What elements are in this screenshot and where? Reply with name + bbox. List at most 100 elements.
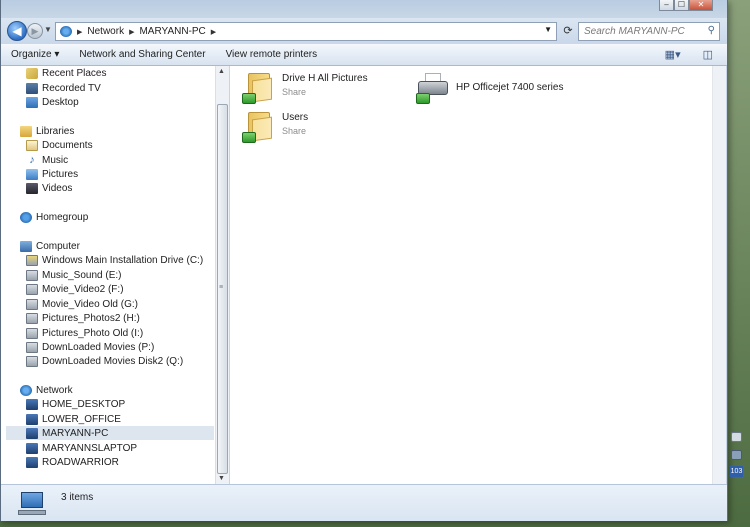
nav-item-homegroup[interactable]: Homegroup bbox=[20, 210, 88, 224]
network-computer-icon bbox=[26, 427, 38, 439]
breadcrumb-separator[interactable]: ▶ bbox=[77, 28, 82, 36]
shared-folder-icon bbox=[242, 110, 276, 144]
breadcrumb-maryann-pc[interactable]: MARYANN-PC bbox=[139, 26, 205, 37]
nav-item-network-pc[interactable]: HOME_DESKTOP bbox=[26, 397, 125, 411]
maximize-button[interactable]: ☐ bbox=[674, 0, 689, 11]
item-type: Share bbox=[282, 87, 307, 97]
content-item[interactable]: Users Share bbox=[242, 110, 308, 144]
content-scrollbar[interactable] bbox=[712, 66, 726, 484]
forward-button[interactable]: ▶ bbox=[27, 23, 43, 39]
recent-pages-dropdown[interactable]: ▼ bbox=[44, 25, 52, 34]
close-button[interactable]: ✕ bbox=[689, 0, 713, 11]
organize-button[interactable]: Organize ▾ bbox=[11, 49, 59, 60]
nav-item-desktop[interactable]: Desktop bbox=[26, 95, 79, 109]
search-input[interactable]: Search MARYANN-PC ⚲ bbox=[578, 22, 720, 41]
libraries-icon bbox=[20, 125, 32, 137]
nav-item-label: Pictures_Photo Old (I:) bbox=[42, 327, 144, 339]
nav-item-label: Music_Sound (E:) bbox=[42, 269, 122, 281]
computer-icon bbox=[17, 490, 47, 516]
nav-item-label: Documents bbox=[42, 139, 93, 151]
nav-item-network-pc-selected[interactable]: MARYANN-PC bbox=[6, 426, 214, 440]
network-computer-icon bbox=[26, 456, 38, 468]
nav-item-drive[interactable]: DownLoaded Movies Disk2 (Q:) bbox=[26, 354, 183, 368]
nav-item-drive[interactable]: Music_Sound (E:) bbox=[26, 268, 121, 282]
breadcrumb-separator[interactable]: ▶ bbox=[129, 28, 134, 36]
details-pane: 3 items bbox=[1, 484, 727, 521]
breadcrumb-separator[interactable]: ▶ bbox=[211, 28, 216, 36]
nav-item-drive[interactable]: Pictures_Photo Old (I:) bbox=[26, 326, 143, 340]
search-icon[interactable]: ⚲ bbox=[708, 25, 715, 36]
preview-pane-icon[interactable]: ◫ bbox=[703, 48, 713, 61]
nav-item-label: DownLoaded Movies Disk2 (Q:) bbox=[42, 355, 184, 367]
address-row: ◀ ▶ ▼ ▶ Network ▶ MARYANN-PC ▶ ▼ ⟳ Searc… bbox=[1, 18, 727, 44]
view-controls: ▦▾ ◫ bbox=[665, 48, 713, 61]
view-remote-printers-button[interactable]: View remote printers bbox=[226, 49, 318, 60]
drive-icon bbox=[26, 341, 38, 353]
nav-item-videos[interactable]: Videos bbox=[26, 181, 72, 195]
nav-item-drive[interactable]: Movie_Video2 (F:) bbox=[26, 282, 124, 296]
content-pane: Drive H All Pictures Share HP Officejet … bbox=[230, 66, 725, 484]
nav-item-label: Music bbox=[42, 154, 69, 166]
scrollbar-grip-icon: ≡ bbox=[219, 284, 224, 291]
network-computer-icon bbox=[26, 442, 38, 454]
search-placeholder: Search MARYANN-PC bbox=[584, 26, 685, 37]
tray-icon[interactable] bbox=[731, 432, 742, 442]
nav-item-recent-places[interactable]: Recent Places bbox=[26, 66, 106, 80]
change-view-icon[interactable]: ▦▾ bbox=[665, 48, 681, 61]
nav-item-label: MARYANNSLAPTOP bbox=[42, 442, 138, 454]
scroll-up-icon[interactable]: ▲ bbox=[218, 68, 225, 75]
nav-item-recorded-tv[interactable]: Recorded TV bbox=[26, 81, 101, 95]
navigation-pane: Recent Places Recorded TV Desktop Librar… bbox=[1, 66, 215, 484]
nav-item-drive[interactable]: Windows Main Installation Drive (C:) bbox=[26, 253, 203, 267]
recorded-tv-icon bbox=[26, 82, 38, 94]
nav-item-label: Movie_Video2 (F:) bbox=[42, 283, 124, 295]
item-type: Share bbox=[282, 126, 307, 136]
navigation-scrollbar[interactable]: ▲ ≡ ▼ bbox=[215, 66, 229, 484]
nav-item-label: Windows Main Installation Drive (C:) bbox=[42, 254, 204, 266]
nav-item-computer[interactable]: Computer bbox=[20, 239, 80, 253]
content-item[interactable]: Drive H All Pictures Share bbox=[242, 71, 368, 105]
nav-item-drive[interactable]: DownLoaded Movies (P:) bbox=[26, 340, 154, 354]
nav-item-label: MARYANN-PC bbox=[42, 427, 109, 439]
minimize-button[interactable]: ‒ bbox=[659, 0, 674, 11]
nav-item-network-pc[interactable]: MARYANNSLAPTOP bbox=[26, 441, 137, 455]
desktop-icon bbox=[26, 96, 38, 108]
nav-item-drive[interactable]: Movie_Video Old (G:) bbox=[26, 297, 138, 311]
nav-item-label: ROADWARRIOR bbox=[42, 456, 119, 468]
tray-icon[interactable] bbox=[731, 450, 742, 460]
drive-icon bbox=[26, 312, 38, 324]
nav-item-pictures[interactable]: Pictures bbox=[26, 167, 78, 181]
nav-item-music[interactable]: ♪ Music bbox=[26, 153, 68, 167]
recent-places-icon bbox=[26, 67, 38, 79]
title-bar[interactable]: ‒ ☐ ✕ bbox=[1, 0, 727, 18]
refresh-icon[interactable]: ⟳ bbox=[561, 24, 575, 38]
network-sharing-center-button[interactable]: Network and Sharing Center bbox=[79, 49, 205, 60]
item-name: Users bbox=[282, 112, 309, 123]
network-computer-icon bbox=[26, 413, 38, 425]
explorer-window: ‒ ☐ ✕ ◀ ▶ ▼ ▶ Network ▶ MARYANN-PC ▶ ▼ ⟳… bbox=[0, 0, 728, 521]
address-bar[interactable]: ▶ Network ▶ MARYANN-PC ▶ ▼ bbox=[55, 22, 557, 41]
content-item[interactable]: HP Officejet 7400 series bbox=[416, 71, 563, 105]
nav-item-network-pc[interactable]: ROADWARRIOR bbox=[26, 455, 119, 469]
nav-item-documents[interactable]: Documents bbox=[26, 138, 93, 152]
back-button[interactable]: ◀ bbox=[7, 21, 27, 41]
drive-icon bbox=[26, 355, 38, 367]
nav-item-label: Videos bbox=[42, 182, 73, 194]
videos-icon bbox=[26, 182, 38, 194]
nav-item-libraries[interactable]: Libraries bbox=[20, 124, 74, 138]
network-computer-icon bbox=[26, 398, 38, 410]
drive-icon bbox=[26, 283, 38, 295]
tray-badge[interactable]: 103 bbox=[730, 466, 743, 477]
nav-item-network[interactable]: Network bbox=[20, 383, 73, 397]
drive-icon bbox=[26, 269, 38, 281]
breadcrumb-network[interactable]: Network bbox=[87, 26, 124, 37]
item-name: Drive H All Pictures bbox=[282, 73, 368, 84]
nav-item-drive[interactable]: Pictures_Photos2 (H:) bbox=[26, 311, 140, 325]
nav-item-label: Movie_Video Old (G:) bbox=[42, 298, 138, 310]
nav-item-label: Recent Places bbox=[42, 67, 107, 79]
computer-icon bbox=[20, 240, 32, 252]
scroll-down-icon[interactable]: ▼ bbox=[218, 475, 225, 482]
address-dropdown-icon[interactable]: ▼ bbox=[544, 25, 552, 34]
nav-item-network-pc[interactable]: LOWER_OFFICE bbox=[26, 412, 121, 426]
nav-item-label: Desktop bbox=[42, 96, 79, 108]
